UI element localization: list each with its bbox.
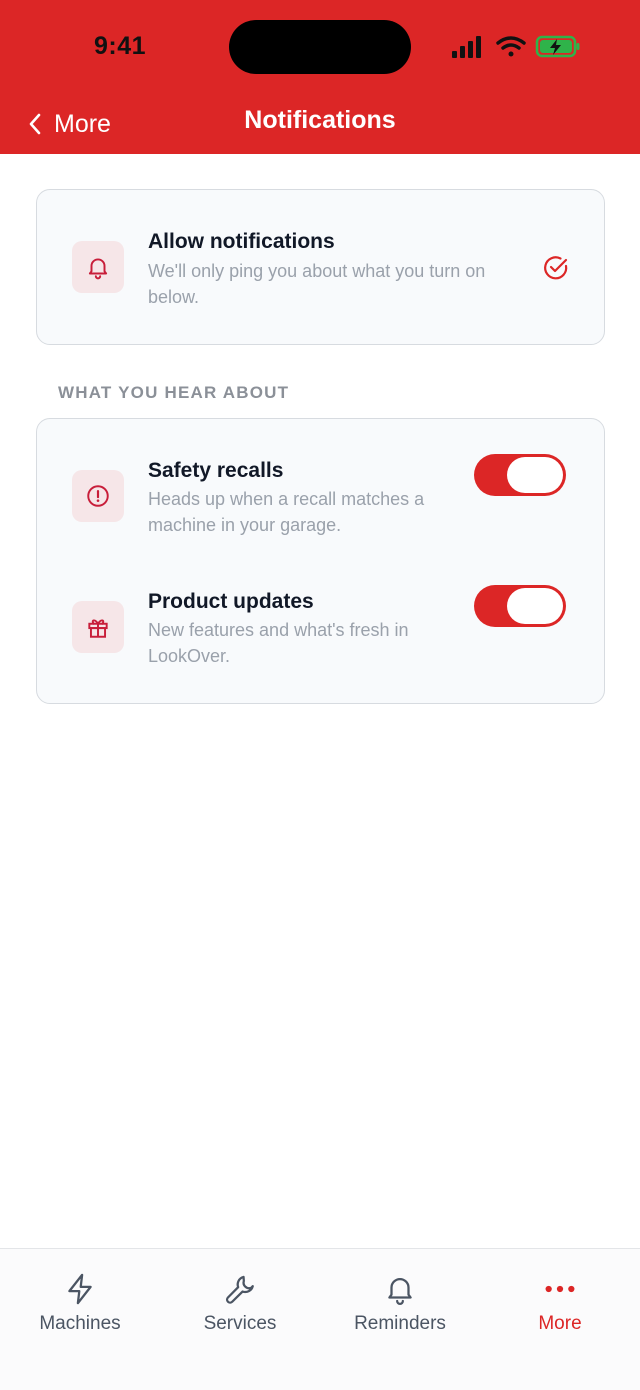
allow-notifications-description: We'll only ping you about what you turn … [148,261,486,307]
tab-more[interactable]: More [480,1249,640,1349]
allow-notifications-title: Allow notifications [148,230,335,253]
safety-recalls-title: Safety recalls [148,459,284,482]
product-updates-description: New features and what's fresh in LookOve… [148,620,409,666]
tab-bar: Machines Services Reminders More [0,1248,640,1390]
safety-recalls-description: Heads up when a recall matches a machine… [148,489,425,535]
toggle-knob [507,588,563,624]
tab-label: More [538,1313,582,1334]
dynamic-island [229,20,411,74]
tab-machines[interactable]: Machines [0,1249,160,1349]
header: 9:41 More Notifications [0,0,640,154]
safety-recalls-toggle[interactable] [474,454,566,496]
allow-notifications-card[interactable]: Allow notifications We'll only ping you … [36,189,605,345]
more-dots-icon [545,1285,575,1293]
alert-icon-box [72,470,124,522]
tab-reminders[interactable]: Reminders [320,1249,480,1349]
bell-icon-box [72,241,124,293]
status-time: 9:41 [94,32,147,60]
battery-icon [535,35,580,58]
gift-icon [88,619,108,638]
status-icons [452,35,580,58]
gift-icon-box [72,601,124,653]
toggle-knob [507,457,563,493]
bell-icon [88,258,108,280]
product-updates-toggle[interactable] [474,585,566,627]
bell-icon [388,1278,412,1305]
alert-circle-icon [87,485,109,507]
signal-icon [452,36,481,58]
check-circle-icon [544,256,568,280]
wifi-icon [496,36,526,57]
page-title: Notifications [244,106,396,134]
bolt-icon [68,1273,92,1305]
tab-label: Services [203,1313,277,1334]
section-label: WHAT YOU HEAR ABOUT [58,383,290,402]
tab-label: Machines [39,1313,121,1334]
product-updates-title: Product updates [148,590,314,613]
tab-label: Reminders [354,1313,446,1334]
wrench-icon [225,1275,254,1304]
tab-services[interactable]: Services [160,1249,320,1349]
preferences-card: Safety recalls Heads up when a recall ma… [36,418,605,704]
